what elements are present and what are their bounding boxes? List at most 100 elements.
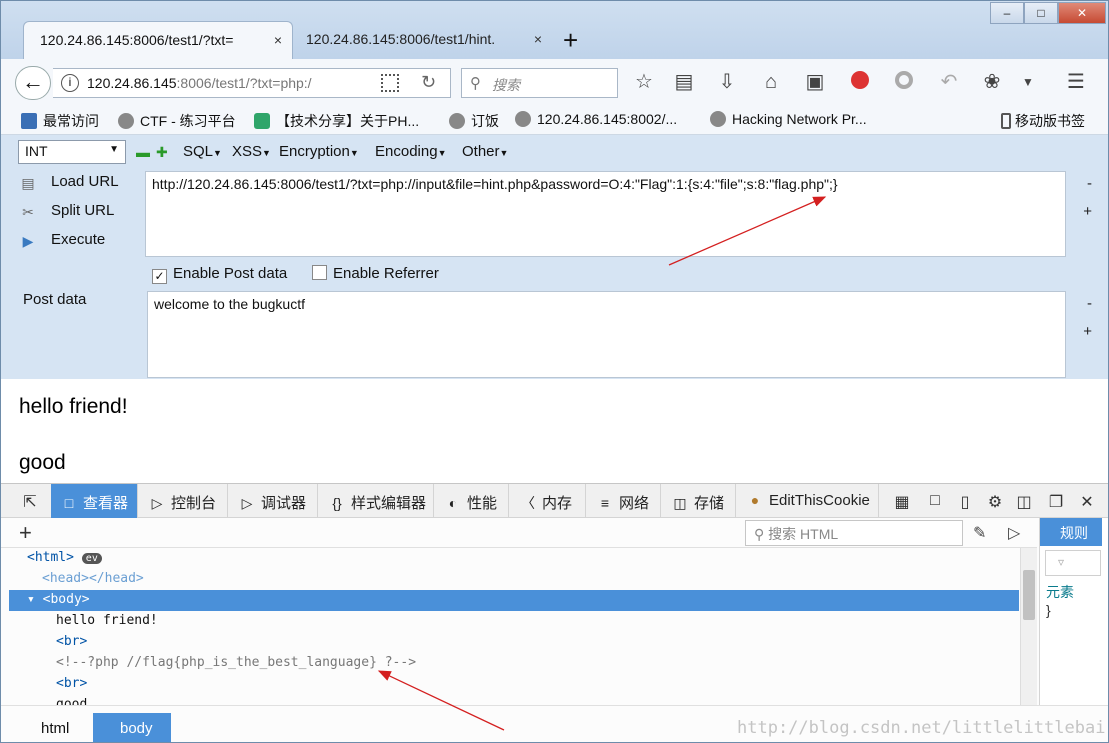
markup-tree: <html> ev <head></head> ▾ <body> hello f… (9, 548, 1019, 705)
close-icon[interactable]: × (274, 32, 282, 48)
scratchpad-icon[interactable]: □ (924, 492, 946, 510)
toggle-sidebar-icon[interactable]: ▷ (1008, 523, 1020, 543)
url-bar[interactable]: i 120.24.86.145:8006/test1/?txt=php:/ ↻ (53, 68, 451, 98)
tree-node-text[interactable]: hello friend! (9, 611, 1019, 632)
undo-icon[interactable]: ↶ (936, 71, 962, 93)
chevron-down-icon[interactable]: ▼ (1015, 71, 1041, 93)
post-grow-button[interactable]: + (1083, 323, 1092, 340)
search-bar[interactable]: ⚲ 搜索 (461, 68, 618, 98)
tab-rules[interactable]: 规则 (1040, 518, 1102, 546)
menu-encoding[interactable]: Encoding▼ (375, 143, 446, 160)
maximize-button[interactable]: □ (1024, 2, 1058, 24)
tab-console[interactable]: ▷ 控制台 (139, 484, 228, 518)
mobile-icon (1001, 113, 1011, 129)
new-tab-button[interactable]: + (563, 25, 578, 56)
tab-style-editor[interactable]: {} 样式编辑器 (319, 484, 434, 518)
addon-santa-icon[interactable] (847, 71, 873, 94)
close-icon[interactable]: × (534, 31, 542, 47)
markup-scrollbar[interactable] (1020, 548, 1037, 705)
crop-icon[interactable]: ▣ (802, 71, 828, 93)
tree-node-text[interactable]: good (9, 695, 1019, 705)
tree-node-comment[interactable]: <!--?php //flag{php_is_the_best_language… (9, 653, 1019, 674)
back-button[interactable]: ← (15, 66, 51, 100)
tab-performance[interactable]: ◐ 性能 (435, 484, 509, 518)
post-shrink-button[interactable]: - (1087, 295, 1092, 312)
tab-inspector[interactable]: □ 查看器 (51, 484, 138, 518)
bookmark-item[interactable]: CTF - 练习平台 (118, 111, 236, 131)
tab-editthiscookie[interactable]: ● EditThisCookie (737, 484, 879, 518)
home-icon[interactable]: ⌂ (758, 71, 784, 93)
bookmark-star-icon[interactable]: ☆ (631, 71, 657, 93)
addon-circle-icon[interactable] (891, 71, 917, 94)
enable-referrer-checkbox[interactable]: Enable Referrer (312, 265, 439, 282)
page-text-line: good (19, 451, 66, 474)
tree-node-br[interactable]: <br> (9, 632, 1019, 653)
tree-node-br[interactable]: <br> (9, 674, 1019, 695)
separate-window-icon[interactable]: ❐ (1045, 492, 1067, 512)
load-url-button[interactable]: ▤ Load URL (19, 173, 118, 191)
breadcrumb-body[interactable]: body (93, 713, 171, 742)
tab-network[interactable]: ≡ 网络 (587, 484, 661, 518)
split-url-button[interactable]: ✂ Split URL (19, 202, 114, 220)
gear-icon[interactable]: ⚙ (984, 492, 1006, 512)
url-text[interactable]: 120.24.86.145:8006/test1/?txt=php:/ (87, 75, 312, 91)
tree-node-head[interactable]: <head></head> (9, 569, 1019, 590)
rules-filter-input[interactable]: ▿ (1045, 550, 1101, 576)
bookmark-item[interactable]: 【技术分享】关于PH... (254, 111, 419, 131)
bookmark-item[interactable]: 最常访问 (21, 111, 99, 131)
screenshot-icon[interactable]: ▯ (954, 492, 976, 512)
pick-element-icon[interactable]: ⇱ (19, 492, 41, 512)
mobile-bookmarks[interactable]: 移动版书签 (1001, 111, 1085, 131)
close-window-button[interactable]: ✕ (1058, 2, 1106, 24)
tree-node-body[interactable]: ▾ <body> (9, 590, 1019, 611)
execute-button[interactable]: ▶ Execute (19, 231, 106, 249)
event-badge[interactable]: ev (81, 553, 102, 564)
bookmark-item[interactable]: Hacking Network Pr... (710, 111, 867, 127)
scrollbar-thumb[interactable] (1023, 570, 1035, 620)
download-icon[interactable]: ⇩ (714, 71, 740, 93)
url-path: :8006/test1/?txt=php:/ (176, 75, 312, 91)
qr-code-icon[interactable] (381, 74, 399, 92)
reading-list-icon[interactable]: ▤ (671, 71, 697, 93)
eyedropper-icon[interactable]: ✎ (973, 523, 986, 543)
globe-icon (118, 113, 134, 129)
post-data-textarea[interactable]: welcome to the bugkuctf (147, 291, 1066, 378)
responsive-icon[interactable]: ▦ (891, 492, 913, 512)
tab-memory[interactable]: 〈 内存 (510, 484, 586, 518)
menu-other[interactable]: Other▼ (462, 143, 508, 160)
url-textarea[interactable]: http://120.24.86.145:8006/test1/?txt=php… (145, 171, 1066, 257)
url-shrink-button[interactable]: - (1087, 175, 1092, 192)
bug-icon[interactable]: ❀ (979, 71, 1005, 93)
search-html-input[interactable]: ⚲ 搜索 HTML (745, 520, 963, 546)
tree-node-html[interactable]: <html> ev (9, 548, 1019, 569)
tab-storage[interactable]: ◫ 存储 (662, 484, 736, 518)
execute-label: Execute (51, 231, 106, 248)
info-icon[interactable]: i (61, 74, 79, 92)
bookmark-item[interactable]: 120.24.86.145:8002/... (515, 111, 677, 127)
type-select[interactable]: INT ▼ (18, 140, 126, 164)
breadcrumb-html[interactable]: html (41, 713, 93, 742)
plus-icon[interactable]: ✚ (156, 144, 168, 161)
menu-icon[interactable]: ☰ (1063, 71, 1089, 93)
reload-icon[interactable]: ↻ (421, 72, 436, 93)
minus-icon[interactable]: ▬ (136, 144, 150, 160)
chevron-down-icon: ▼ (109, 144, 119, 155)
menu-sql[interactable]: SQL▼ (183, 143, 222, 160)
dock-side-icon[interactable]: ◫ (1013, 492, 1035, 512)
enable-post-checkbox[interactable]: ✓ Enable Post data (152, 265, 287, 284)
menu-xss[interactable]: XSS▼ (232, 143, 271, 160)
minimize-button[interactable]: – (990, 2, 1024, 24)
url-grow-button[interactable]: + (1083, 203, 1092, 220)
menu-encryption[interactable]: Encryption▼ (279, 143, 359, 160)
expand-arrow-icon[interactable]: ▾ (27, 592, 43, 607)
bookmark-item[interactable]: 订饭 (449, 111, 499, 131)
tab-inactive[interactable]: 120.24.86.145:8006/test1/hint. × (290, 21, 552, 59)
close-icon[interactable]: ✕ (1076, 492, 1098, 512)
gauge-icon: ◐ (448, 495, 458, 511)
tab-label: 性能 (467, 495, 498, 512)
database-icon: ◫ (673, 495, 687, 511)
tab-debugger[interactable]: ▷ 调试器 (229, 484, 318, 518)
add-node-icon[interactable]: + (19, 520, 32, 546)
tab-active[interactable]: 120.24.86.145:8006/test1/?txt= × (23, 21, 293, 59)
inspector-icon: □ (64, 495, 74, 511)
